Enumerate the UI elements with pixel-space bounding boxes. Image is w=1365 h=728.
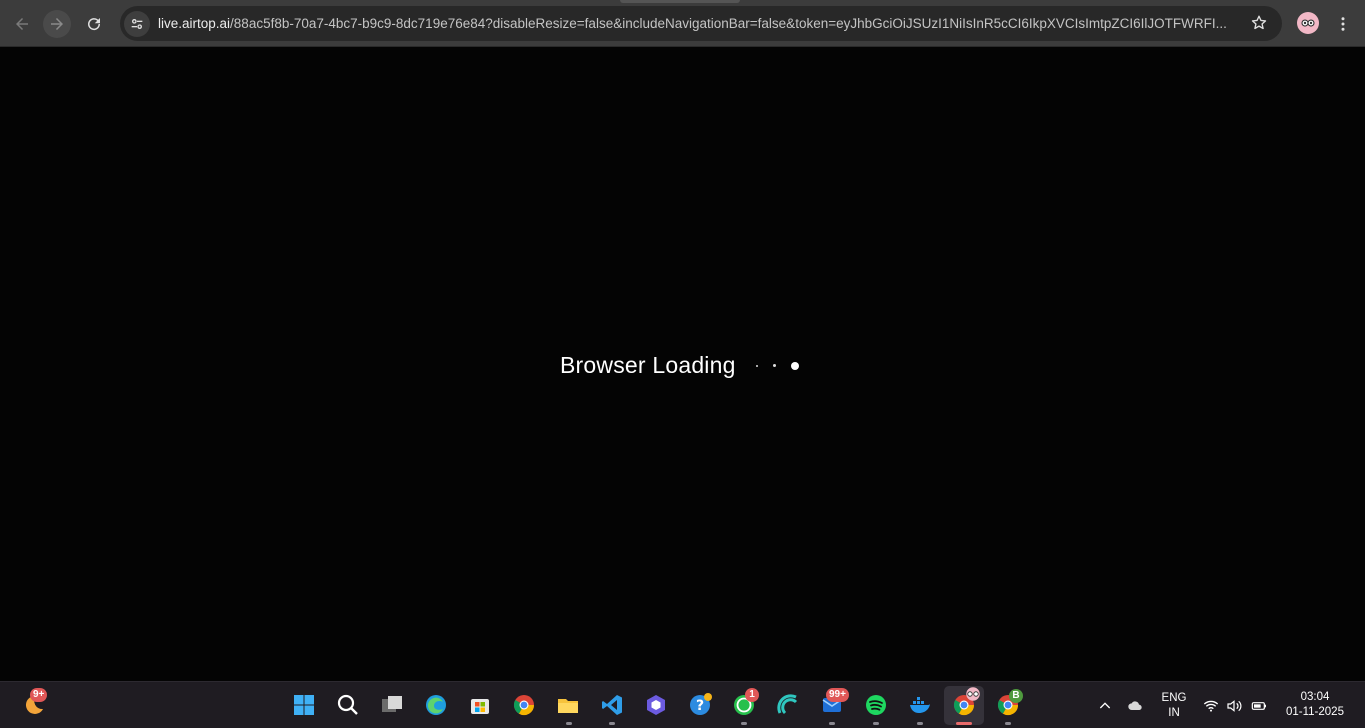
battery-icon[interactable]	[1251, 698, 1267, 714]
page-viewport: Browser Loading	[0, 48, 1365, 681]
windows-taskbar: 9+ ? 1 99+ B ENG IN 03:04 01-11-2025	[0, 681, 1365, 728]
search-icon	[337, 694, 358, 715]
whatsapp-badge: 1	[745, 688, 759, 702]
store-icon	[471, 699, 489, 714]
taskbar-store[interactable]	[467, 692, 493, 718]
task-view-button[interactable]	[379, 692, 405, 718]
clock-time: 03:04	[1300, 691, 1330, 703]
docker-icon	[910, 697, 930, 713]
taskbar-copilot-app[interactable]	[643, 692, 669, 718]
wifi-icon[interactable]	[1203, 698, 1219, 714]
tune-icon	[131, 18, 143, 29]
taskbar-edge[interactable]	[423, 692, 449, 718]
spotify-icon	[866, 695, 886, 715]
running-indicator	[829, 722, 835, 725]
running-indicator	[741, 722, 747, 725]
taskbar-file-explorer[interactable]	[555, 692, 581, 718]
vscode-icon	[602, 695, 622, 715]
taskbar-help-app[interactable]: ?	[687, 692, 713, 718]
wave-icon	[777, 694, 798, 715]
volume-icon[interactable]	[1226, 698, 1242, 714]
mail-badge: 99+	[826, 688, 849, 702]
back-button[interactable]	[8, 10, 36, 38]
browser-toolbar: live.airtop.ai/88ac5f8b-70a7-4bc7-b9c9-8…	[0, 0, 1365, 47]
loading-dot	[772, 364, 776, 367]
help-icon: ?	[690, 693, 712, 715]
start-button[interactable]	[291, 692, 317, 718]
loading-dot	[790, 361, 799, 370]
bookmark-star-icon[interactable]	[1250, 14, 1268, 32]
task-view-icon	[382, 696, 402, 712]
loading-text: Browser Loading	[560, 352, 736, 378]
running-indicator	[609, 722, 615, 725]
running-indicator	[873, 722, 879, 725]
language-indicator[interactable]: ENG IN	[1157, 692, 1191, 719]
url-host: live.airtop.ai	[158, 16, 231, 31]
language-code: ENG	[1161, 692, 1187, 704]
profile-avatar[interactable]	[1297, 12, 1319, 34]
running-indicator	[1005, 722, 1011, 725]
site-info-button[interactable]	[124, 10, 150, 37]
windows-logo-icon	[294, 695, 314, 715]
url-path: /88ac5f8b-70a7-4bc7-b9c9-8dc719e76e84?di…	[230, 16, 1227, 31]
forward-button[interactable]	[43, 10, 71, 38]
arrow-right-icon	[51, 18, 63, 30]
loading-dots	[755, 356, 814, 376]
chrome-profile-badge: B	[1009, 689, 1023, 703]
chevron-up-icon[interactable]	[1097, 698, 1113, 714]
taskbar-spotify[interactable]	[863, 692, 889, 718]
hexagon-app-icon	[647, 695, 665, 715]
taskbar-chrome[interactable]	[511, 692, 537, 718]
clock-date: 01-11-2025	[1286, 706, 1344, 718]
running-indicator	[566, 722, 572, 725]
taskbar-wave-app[interactable]	[775, 692, 801, 718]
address-bar[interactable]: live.airtop.ai/88ac5f8b-70a7-4bc7-b9c9-8…	[120, 6, 1282, 41]
search-button[interactable]	[335, 692, 361, 718]
clock[interactable]: 03:04 01-11-2025	[1280, 691, 1350, 718]
avatar-glasses-icon	[1301, 19, 1315, 27]
tab-strip-indicator	[620, 0, 740, 3]
running-indicator	[917, 722, 923, 725]
profile-glasses-icon	[966, 687, 980, 701]
reload-icon	[88, 18, 101, 31]
edge-icon	[426, 695, 446, 715]
taskbar-vscode[interactable]	[599, 692, 625, 718]
taskbar-docker[interactable]	[907, 692, 933, 718]
language-region: IN	[1168, 707, 1180, 719]
loading-dot	[755, 364, 758, 367]
running-indicator-active	[956, 722, 972, 725]
folder-icon	[558, 699, 578, 713]
url-text[interactable]: live.airtop.ai/88ac5f8b-70a7-4bc7-b9c9-8…	[158, 16, 1238, 31]
svg-text:?: ?	[696, 698, 704, 714]
reload-button[interactable]	[80, 10, 108, 38]
chrome-icon	[513, 695, 535, 716]
weather-badge: 9+	[30, 688, 48, 702]
cloud-icon[interactable]	[1127, 698, 1143, 714]
arrow-left-icon	[16, 18, 28, 30]
loading-indicator: Browser Loading	[560, 352, 814, 379]
kebab-menu-icon[interactable]	[1334, 14, 1352, 34]
